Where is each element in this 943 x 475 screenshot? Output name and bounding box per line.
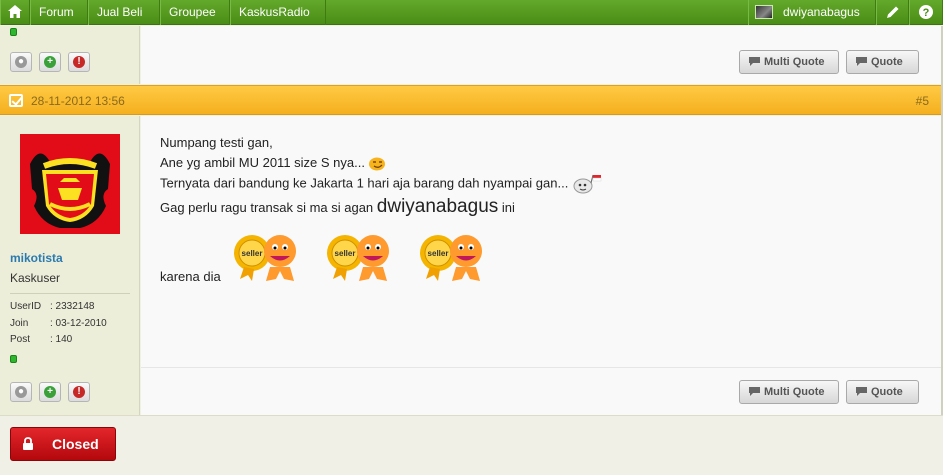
meta-value: : 2332148 (50, 301, 95, 312)
message-line: Numpang testi gan, (160, 133, 273, 153)
edit-button[interactable] (876, 0, 909, 25)
post-content: Numpang testi gan, Ane yg ambil MU 2011 … (141, 116, 943, 415)
reputation-button[interactable]: + (39, 382, 61, 402)
post-actions: Multi Quote Quote (141, 367, 943, 415)
plus-icon: + (44, 386, 56, 398)
mentioned-username: dwiyanabagus (376, 196, 499, 217)
seller-badge-text: seller (335, 249, 356, 258)
user-icon: ● (15, 386, 27, 398)
top-nav-bar: Forum Jual Beli Groupee KaskusRadio dwiy… (0, 0, 943, 25)
meta-value: : 03-12-2010 (50, 318, 107, 329)
nav-kaskusradio[interactable]: KaskusRadio (230, 0, 326, 25)
meta-value: : 140 (50, 334, 73, 345)
pencil-icon (886, 6, 898, 18)
plus-icon: + (44, 56, 56, 68)
author-avatar[interactable] (20, 134, 120, 234)
question-icon: ? (919, 5, 933, 19)
message-line: Ane yg ambil MU 2011 size S nya... (160, 153, 386, 173)
speech-bubble-icon (856, 57, 867, 66)
post-number-link[interactable]: #5 (916, 86, 929, 116)
post-author-panel: mikotista Kaskuser UserID : 2332148 Join… (0, 116, 140, 415)
author-rank: Kaskuser (10, 271, 61, 285)
lock-icon (23, 437, 33, 450)
closed-label: Closed (52, 436, 99, 452)
svg-text:?: ? (923, 7, 930, 19)
message-line: Gag perlu ragu transak si ma si agan dwi… (160, 197, 515, 218)
seller-badge-icon: seller (327, 235, 389, 281)
quote-label: Quote (871, 386, 903, 398)
prev-post-content: Multi Quote Quote (141, 26, 943, 84)
thread-footer: Closed (0, 415, 943, 475)
message-text: Ane yg ambil MU 2011 size S nya... (160, 155, 365, 170)
nav-groupee[interactable]: Groupee (160, 0, 230, 25)
quote-label: Quote (871, 56, 903, 68)
quote-button[interactable]: Quote (846, 380, 919, 404)
user-avatar (755, 5, 773, 19)
post-date: 28-11-2012 13:56 (31, 94, 125, 108)
user-icon: ● (15, 56, 27, 68)
speech-bubble-icon (749, 387, 760, 396)
multi-quote-button[interactable]: Multi Quote (739, 380, 839, 404)
user-profile-button[interactable]: ● (10, 382, 32, 402)
wink-smiley-icon (368, 157, 385, 171)
prev-post-actions: Multi Quote Quote (141, 36, 943, 84)
multi-quote-label: Multi Quote (764, 386, 825, 398)
meta-label: Post (10, 334, 31, 345)
online-status-icon (10, 28, 17, 36)
home-icon (8, 5, 22, 18)
seller-badge-icon: seller (420, 235, 482, 281)
speech-bubble-icon (856, 387, 867, 396)
online-status-icon (10, 355, 17, 363)
nav-jual-beli[interactable]: Jual Beli (88, 0, 160, 25)
meta-label: UserID (10, 301, 42, 312)
quote-button[interactable]: Quote (846, 50, 919, 74)
message-line: Ternyata dari bandung ke Jakarta 1 hari … (160, 173, 602, 195)
message-line: karena dia (160, 267, 221, 287)
help-button[interactable]: ? (909, 0, 943, 25)
message-text: ini (498, 200, 515, 215)
manchester-united-crest-icon (20, 134, 120, 234)
user-menu[interactable]: dwiyanabagus (748, 0, 876, 25)
nav-forum[interactable]: Forum (30, 0, 88, 25)
report-button[interactable]: ! (68, 382, 90, 402)
alert-icon: ! (73, 56, 85, 68)
message-text: Ternyata dari bandung ke Jakarta 1 hari … (160, 175, 569, 191)
message-text: karena dia (160, 269, 221, 284)
message-text: Numpang testi gan, (160, 135, 273, 150)
multi-quote-label: Multi Quote (764, 56, 825, 68)
author-username[interactable]: mikotista (10, 251, 63, 265)
reputation-button[interactable]: + (39, 52, 61, 72)
multi-quote-button[interactable]: Multi Quote (739, 50, 839, 74)
checkbox-icon[interactable] (9, 94, 23, 107)
seller-badge-icon: seller (234, 235, 296, 281)
seller-badge-text: seller (242, 249, 263, 258)
message-text: Gag perlu ragu transak si ma si agan (160, 200, 377, 215)
indonesia-flag-smiley-icon (573, 174, 602, 194)
author-divider (10, 293, 130, 294)
seller-badge-text: seller (428, 249, 449, 258)
post-header-bar: 28-11-2012 13:56 #5 (0, 85, 943, 115)
speech-bubble-icon (749, 57, 760, 66)
report-button[interactable]: ! (68, 52, 90, 72)
user-profile-button[interactable]: ● (10, 52, 32, 72)
alert-icon: ! (73, 386, 85, 398)
meta-label: Join (10, 318, 29, 329)
prev-post-author-panel: ● + ! (0, 26, 140, 84)
home-button[interactable] (0, 0, 30, 25)
nav-username: dwiyanabagus (783, 5, 860, 19)
closed-button[interactable]: Closed (10, 427, 116, 461)
